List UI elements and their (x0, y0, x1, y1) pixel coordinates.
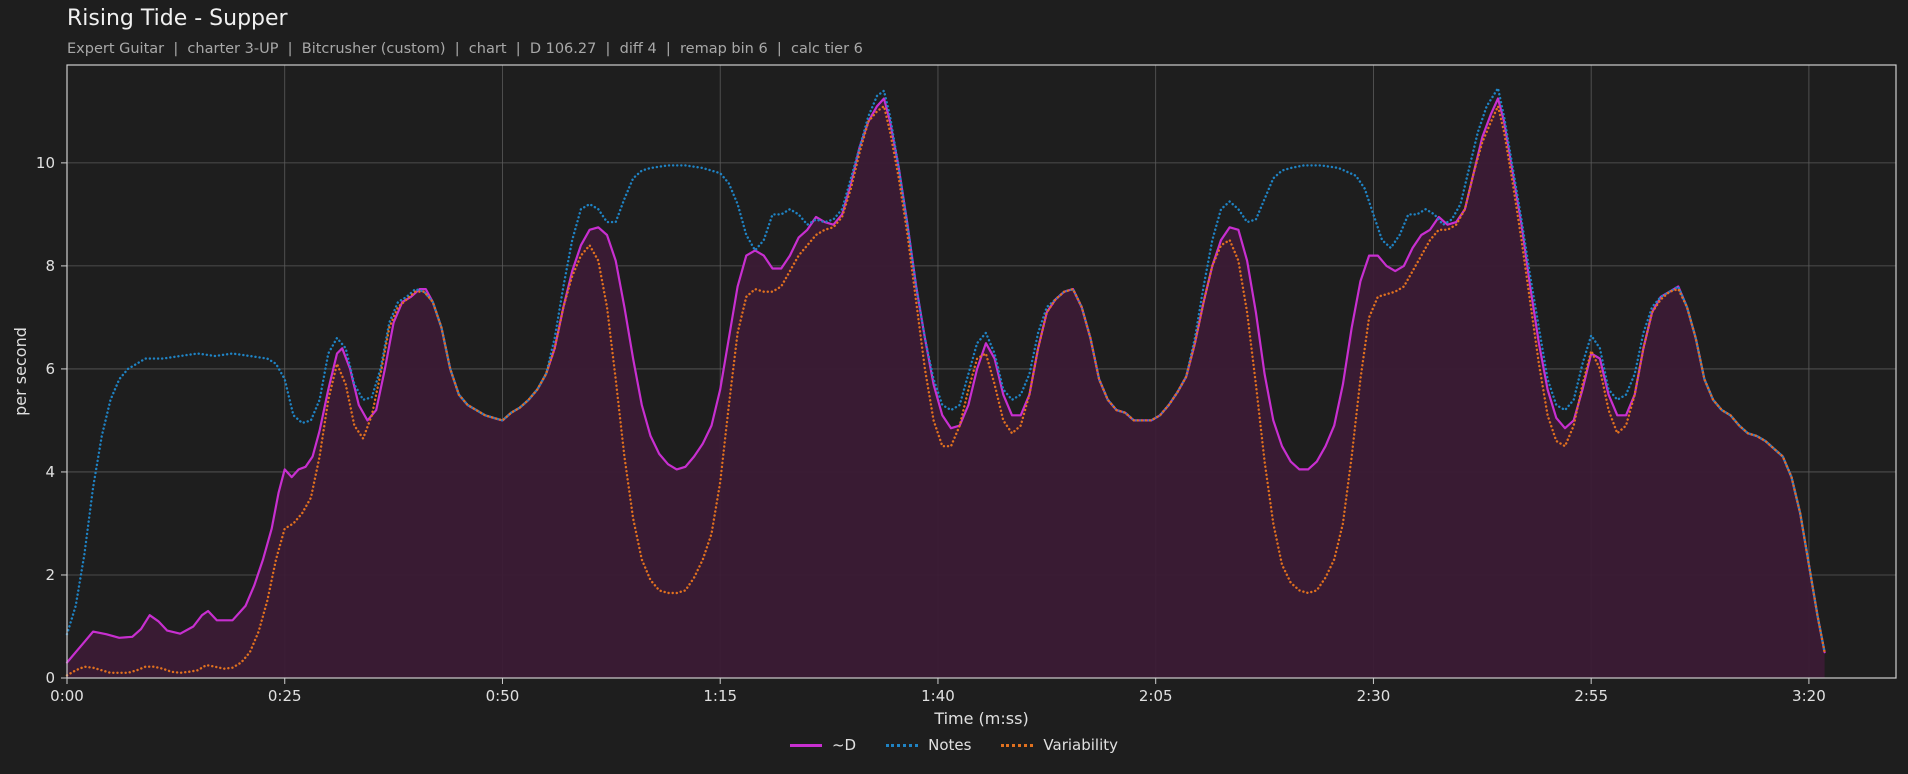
y-tick-label: 0 (45, 669, 55, 687)
x-tick-label: 1:40 (921, 687, 955, 705)
x-tick-label: 1:15 (703, 687, 737, 705)
x-tick-label: 0:00 (50, 687, 84, 705)
x-tick-labels: 0:00 0:25 0:50 1:15 1:40 2:05 2:30 2:55 3:20 (50, 687, 1826, 705)
area-fill-d (67, 98, 1825, 678)
y-tick-label: 8 (45, 257, 55, 275)
y-tick-label: 2 (45, 566, 55, 584)
y-axis-label: per second (11, 327, 30, 416)
legend-swatch-notes (886, 743, 919, 747)
legend-swatch-d (789, 743, 822, 747)
legend-label-notes: Notes (928, 736, 972, 754)
legend-item-notes: Notes (886, 736, 971, 754)
legend-label-d: ~D (831, 736, 857, 754)
x-tick-label: 2:55 (1574, 687, 1608, 705)
y-tick-label: 4 (45, 463, 55, 481)
line-chart: 0:00 0:25 0:50 1:15 1:40 2:05 2:30 2:55 3:20 0 2 4… (11, 64, 1897, 728)
y-tick-labels: 0 2 4 6 8 10 (36, 154, 55, 687)
legend: ~D Notes Variability (0, 736, 1908, 754)
x-tick-label: 2:05 (1139, 687, 1173, 705)
x-tick-label: 0:50 (486, 687, 520, 705)
legend-swatch-variability (1001, 743, 1034, 747)
x-axis-label: Time (m:ss) (933, 709, 1028, 728)
area-fills (67, 98, 1825, 678)
legend-label-variability: Variability (1043, 736, 1119, 754)
y-tick-label: 6 (45, 360, 55, 378)
y-tick-label: 10 (36, 154, 55, 172)
x-tick-label: 3:20 (1792, 687, 1826, 705)
legend-item-variability: Variability (1001, 736, 1118, 754)
x-tick-label: 0:25 (268, 687, 302, 705)
legend-item-d: ~D (789, 736, 857, 754)
x-tick-label: 2:30 (1357, 687, 1391, 705)
